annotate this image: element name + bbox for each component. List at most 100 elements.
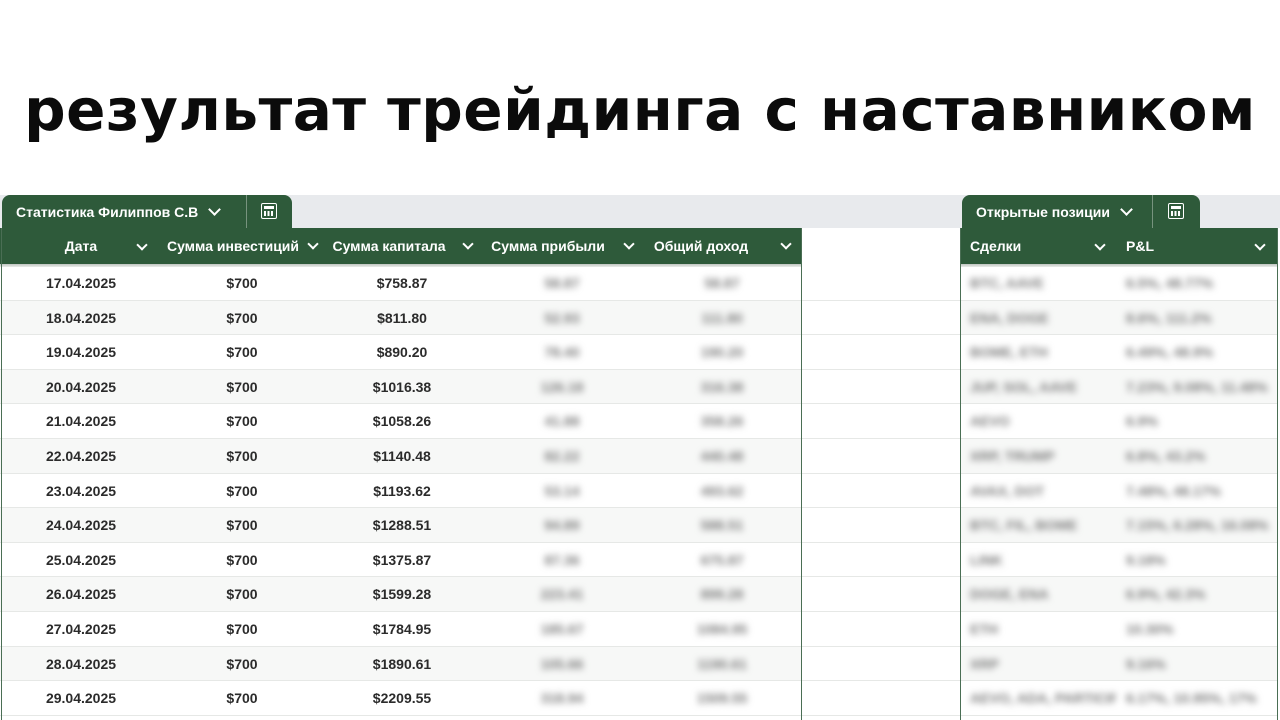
cell-date: 22.04.2025	[45, 448, 117, 464]
cell-deals: XRP	[970, 655, 999, 672]
calculator-icon[interactable]	[1168, 203, 1184, 219]
table-row[interactable]: BTC, FIL, BOME 7.15%, 6.28%, 16.08%	[960, 508, 1278, 543]
empty-row-cell[interactable]	[802, 681, 960, 716]
cell-capital: $1058.26	[372, 413, 432, 430]
tab-statistics[interactable]: Статистика Филиппов С.В	[2, 195, 292, 228]
table-row[interactable]: 20.04.2025 $700 $1016.38 126.18 316.38	[0, 369, 802, 405]
empty-row-cell[interactable]	[802, 474, 960, 509]
cell-pnl: 6.8%, 43.2%	[1126, 448, 1206, 464]
cell-total-income: 316.38	[700, 378, 744, 395]
table-row[interactable]: AEVO, ADA, PARTICIPANT 6.17%, 10.95%, 17%	[960, 681, 1278, 716]
cell-capital: $1784.95	[372, 621, 432, 637]
table-row[interactable]: DOGE, ENA 6.9%, 42.3%	[960, 577, 1278, 612]
empty-row-cell[interactable]	[802, 370, 960, 405]
cell-date: 26.04.2025	[45, 586, 117, 603]
empty-row-cell[interactable]	[802, 543, 960, 578]
chevron-down-icon[interactable]	[1094, 239, 1106, 251]
table-row[interactable]: 26.04.2025 $700 $1599.28 223.41 899.28	[0, 577, 802, 612]
table-row[interactable]: LINK 9.18%	[960, 543, 1278, 578]
cell-total-income: 1509.55	[696, 690, 748, 707]
empty-row-cell[interactable]	[802, 577, 960, 612]
cell-date: 24.04.2025	[45, 517, 117, 534]
column-header-label: Дата	[64, 238, 98, 254]
table-row[interactable]: XRP 9.16%	[960, 646, 1278, 682]
chevron-down-icon[interactable]	[1120, 203, 1133, 216]
cell-date: 27.04.2025	[45, 621, 117, 637]
empty-row-cell[interactable]	[802, 647, 960, 682]
cell-investment: $700	[226, 378, 258, 395]
column-header-total-income[interactable]: Общий доход	[642, 228, 802, 264]
cell-deals: LINK	[970, 551, 1003, 568]
empty-row-cell[interactable]	[802, 404, 960, 439]
table-row[interactable]: 18.04.2025 $700 $811.80 52.93 111.80	[0, 300, 802, 336]
cell-capital: $1599.28	[372, 586, 432, 603]
cell-capital: $1140.48	[373, 448, 431, 464]
cell-pnl: 7.48%, 48.17%	[1126, 482, 1221, 499]
cell-capital: $811.80	[377, 309, 427, 326]
empty-row-cell[interactable]	[802, 508, 960, 543]
table-row[interactable]: JUP, SOL, AAVE 7.23%, 9.08%, 11.48%	[960, 369, 1278, 405]
cell-investment: $700	[226, 690, 258, 707]
cell-profit: 82.22	[544, 448, 580, 464]
cell-pnl: 6.49%, 48.9%	[1126, 344, 1214, 361]
chevron-down-icon[interactable]	[780, 238, 792, 250]
table-row[interactable]: 17.04.2025 $700 $758.87 58.87 58.87	[0, 266, 802, 301]
cell-capital: $1288.51	[372, 517, 432, 534]
cell-investment: $700	[226, 655, 258, 672]
empty-row-cell[interactable]	[802, 335, 960, 370]
cell-profit: 126.18	[540, 378, 584, 395]
cell-pnl: 10.30%	[1126, 621, 1174, 637]
cell-pnl: 9.18%	[1126, 551, 1166, 568]
table-row[interactable]: 28.04.2025 $700 $1890.61 105.66 1190.61	[0, 646, 802, 682]
cell-date: 28.04.2025	[45, 655, 117, 672]
table-row[interactable]: BTC, AAVE 6.5%, 48.77%	[960, 266, 1278, 301]
empty-row-cell[interactable]	[802, 266, 960, 301]
chevron-down-icon[interactable]	[307, 238, 319, 250]
cell-investment: $700	[226, 621, 258, 637]
table-row[interactable]: 27.04.2025 $700 $1784.95 185.67 1084.95	[0, 612, 802, 647]
table-row[interactable]: ETH 10.30%	[960, 612, 1278, 647]
empty-row-cell[interactable]	[802, 612, 960, 647]
table-row[interactable]: 22.04.2025 $700 $1140.48 82.22 440.48	[0, 439, 802, 474]
chevron-down-icon[interactable]	[461, 238, 474, 250]
cell-investment: $700	[226, 517, 258, 534]
table-row[interactable]: XRP, TRUMP 6.8%, 43.2%	[960, 439, 1278, 474]
cell-investment: $700	[226, 551, 258, 568]
table-row[interactable]: AEVO 6.9%	[960, 404, 1278, 439]
cell-investment: $700	[226, 448, 258, 464]
tab-open-positions[interactable]: Открытые позиции	[962, 195, 1200, 228]
table-row[interactable]: BOME, ETH 6.49%, 48.9%	[960, 335, 1278, 370]
cell-total-income: 190.20	[700, 344, 744, 361]
table-row[interactable]: 21.04.2025 $700 $1058.26 41.88 358.26	[0, 404, 802, 439]
cell-pnl: 6.9%	[1126, 413, 1158, 430]
cell-total-income: 111.80	[701, 309, 743, 326]
cell-date: 19.04.2025	[45, 344, 117, 361]
table-row[interactable]: 29.04.2025 $700 $2209.55 318.94 1509.55	[0, 681, 802, 716]
column-header-investment[interactable]: Сумма инвестиций	[162, 228, 322, 264]
column-header-deals[interactable]: Сделки	[960, 228, 1116, 264]
table-row[interactable]: 23.04.2025 $700 $1193.62 53.14 493.62	[0, 474, 802, 509]
table-border-right	[801, 228, 802, 720]
column-header-pnl[interactable]: P&L	[1116, 228, 1278, 264]
chevron-down-icon[interactable]	[136, 239, 148, 251]
chevron-down-icon[interactable]	[623, 238, 635, 250]
column-header-capital[interactable]: Сумма капитала	[322, 228, 482, 264]
table-row[interactable]: ENA, DOGE 8.6%, 111.2%	[960, 300, 1278, 336]
table-row[interactable]: 19.04.2025 $700 $890.20 78.40 190.20	[0, 335, 802, 370]
column-header-profit[interactable]: Сумма прибыли	[482, 228, 642, 264]
table-row[interactable]: AVAX, DOT 7.48%, 48.17%	[960, 474, 1278, 509]
calculator-icon[interactable]	[261, 203, 277, 219]
cell-total-income: 440.48	[700, 448, 744, 464]
empty-row-cell[interactable]	[802, 439, 960, 474]
empty-row-cell[interactable]	[802, 301, 960, 336]
table-row[interactable]: 24.04.2025 $700 $1288.51 94.89 588.51	[0, 508, 802, 543]
column-header-date[interactable]: Дата	[0, 228, 162, 264]
table-row[interactable]: 25.04.2025 $700 $1375.87 87.36 675.87	[0, 543, 802, 578]
cell-deals: ENA, DOGE	[970, 309, 1049, 326]
cell-capital: $1890.61	[372, 655, 432, 672]
chevron-down-icon[interactable]	[1254, 239, 1266, 251]
cell-profit: 58.87	[544, 275, 580, 291]
chevron-down-icon[interactable]	[208, 203, 222, 216]
cell-total-income: 358.26	[700, 413, 744, 430]
table-border-left	[1, 228, 2, 720]
